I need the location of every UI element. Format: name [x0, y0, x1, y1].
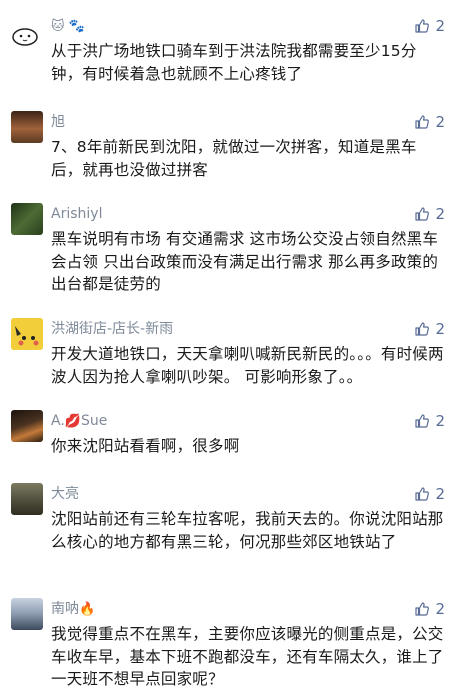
like-button[interactable]: 2 [414, 600, 445, 618]
nickname[interactable]: 南呐🔥 [51, 600, 95, 619]
avatar[interactable] [11, 598, 43, 630]
nickname-text: A. [51, 413, 65, 429]
nickname[interactable]: A.💋Sue [51, 412, 107, 431]
like-count: 2 [435, 320, 445, 338]
nickname-text: 洪湖街店-店长-新雨 [51, 321, 174, 337]
thumbs-up-icon [415, 414, 430, 428]
like-button[interactable]: 2 [414, 485, 445, 503]
thumbs-up-icon [415, 602, 430, 616]
comment-text: 开发大道地铁口，天天拿喇叭喊新民新民的。。。有时候两波人因为抢人拿喇叭吵架。 可… [51, 345, 444, 386]
comment-text: 你来沈阳站看看啊，很多啊 [51, 437, 240, 455]
comment-text: 我觉得重点不在黑车，主要你应该曝光的侧重点是，公交车收车早，基本下班不跑都没车，… [51, 625, 444, 688]
nickname-text: Arishiyl [51, 206, 103, 222]
avatar[interactable] [11, 318, 43, 350]
avatar[interactable] [11, 15, 43, 47]
nickname-text: 南呐 [51, 601, 79, 617]
comment-text: 黑车说明有市场 有交通需求 这市场公交没占领自然黑车会占领 只出台政策而没有满足… [51, 230, 439, 293]
like-button[interactable]: 2 [414, 205, 445, 223]
comment-text: 从于洪广场地铁口骑车到于洪法院我都需要至少15分钟，有时候着急也就顾不上心疼钱了 [51, 42, 417, 83]
like-button[interactable]: 2 [414, 320, 445, 338]
thumbs-up-icon [415, 207, 430, 221]
thumbs-up-icon [415, 19, 430, 33]
comment-text: 7、8年前新民到沈阳，就做过一次拼客，知道是黑车后，就再也没做过拼客 [51, 138, 417, 179]
lips-icon: 💋 [64, 414, 81, 429]
nickname-text: 大亮 [51, 486, 79, 502]
avatar[interactable] [11, 410, 43, 442]
like-count: 2 [435, 205, 445, 223]
avatar[interactable] [11, 111, 43, 143]
like-count: 2 [435, 113, 445, 131]
avatar[interactable] [11, 203, 43, 235]
nickname-emoji: 🐱 🐾 [51, 19, 85, 34]
comment-text: 沈阳站前还有三轮车拉客呢，我前天去的。你说沈阳站那么核心的地方都有黑三轮，何况那… [51, 510, 444, 551]
nickname-text: 旭 [51, 114, 65, 130]
like-button[interactable]: 2 [414, 17, 445, 35]
fire-icon: 🔥 [79, 602, 96, 617]
nickname[interactable]: Arishiyl [51, 205, 102, 223]
like-button[interactable]: 2 [414, 113, 445, 131]
like-count: 2 [435, 412, 445, 430]
like-count: 2 [435, 17, 445, 35]
nickname[interactable]: 旭 [51, 113, 65, 131]
thumbs-up-icon [415, 487, 430, 501]
like-count: 2 [435, 485, 445, 503]
thumbs-up-icon [415, 115, 430, 129]
nickname[interactable]: 洪湖街店-店长-新雨 [51, 320, 173, 338]
nickname-suffix: Sue [80, 413, 108, 429]
thumbs-up-icon [415, 322, 430, 336]
like-count: 2 [435, 600, 445, 618]
like-button[interactable]: 2 [414, 412, 445, 430]
avatar[interactable] [11, 483, 43, 515]
nickname[interactable]: 大亮 [51, 485, 79, 503]
nickname[interactable]: 🐱 🐾 [51, 17, 85, 36]
